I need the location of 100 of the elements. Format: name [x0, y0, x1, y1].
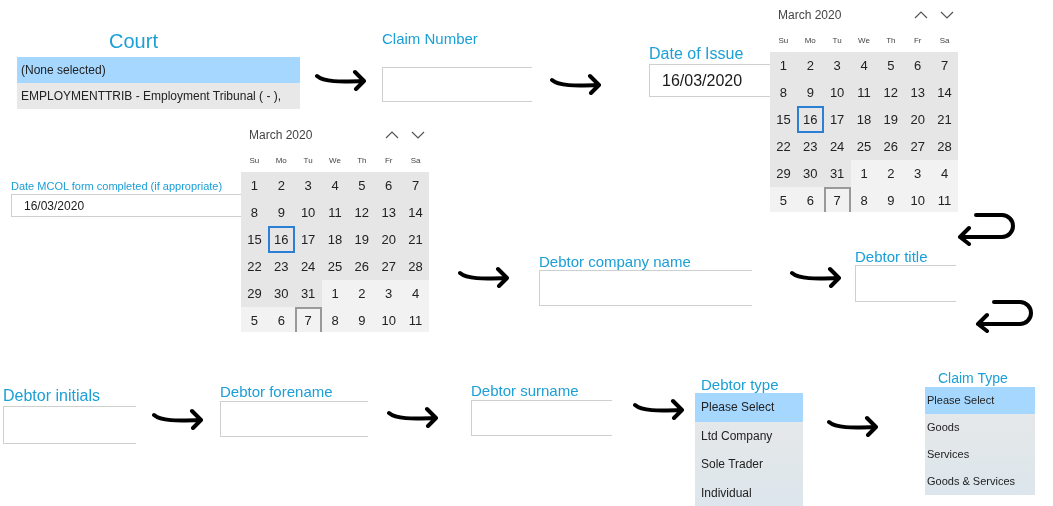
- calendar-day[interactable]: 6: [796, 187, 824, 212]
- calendar-day[interactable]: 12: [348, 199, 376, 226]
- calendar-day[interactable]: 27: [375, 253, 403, 280]
- calendar-day[interactable]: 22: [770, 133, 797, 160]
- calendar-day[interactable]: 6: [267, 307, 295, 332]
- input-field[interactable]: [382, 67, 532, 102]
- input-field[interactable]: [220, 401, 368, 437]
- calendar-day[interactable]: 3: [375, 280, 403, 307]
- calendar-day[interactable]: 18: [850, 106, 878, 133]
- calendar-day[interactable]: 7: [402, 172, 429, 199]
- chevron-up-icon[interactable]: [914, 11, 928, 19]
- input-field[interactable]: 16/03/2020: [649, 64, 771, 97]
- calendar-day[interactable]: 9: [877, 187, 905, 212]
- calendar-day[interactable]: 31: [823, 160, 851, 187]
- calendar-day[interactable]: 26: [877, 133, 905, 160]
- calendar-day[interactable]: 4: [321, 172, 349, 199]
- calendar-day[interactable]: 19: [348, 226, 376, 253]
- list-item[interactable]: (None selected): [17, 57, 300, 83]
- calendar-day[interactable]: 3: [823, 52, 851, 79]
- calendar-day[interactable]: 5: [877, 52, 905, 79]
- calendar-day[interactable]: 15: [241, 226, 268, 253]
- calendar-day[interactable]: 2: [348, 280, 376, 307]
- calendar-day[interactable]: 9: [348, 307, 376, 332]
- calendar-day[interactable]: 25: [850, 133, 878, 160]
- list-item[interactable]: Goods & Services: [925, 468, 1035, 495]
- list-item[interactable]: EMPLOYMENTTRIB - Employment Tribunal ( - ),: [17, 83, 300, 109]
- calendar-day[interactable]: 1: [770, 52, 797, 79]
- calendar-day[interactable]: 1: [241, 172, 268, 199]
- list-item[interactable]: Individual: [695, 478, 803, 506]
- calendar-day[interactable]: 21: [402, 226, 429, 253]
- calendar-day[interactable]: 12: [877, 79, 905, 106]
- calendar-day[interactable]: 23: [267, 253, 295, 280]
- calendar-day[interactable]: 9: [796, 79, 824, 106]
- calendar-day[interactable]: 10: [294, 199, 322, 226]
- calendar-day[interactable]: 25: [321, 253, 349, 280]
- calendar-day[interactable]: 17: [823, 106, 851, 133]
- calendar-day[interactable]: 7: [931, 52, 958, 79]
- calendar-day[interactable]: 2: [267, 172, 295, 199]
- calendar-day[interactable]: 11: [402, 307, 429, 332]
- calendar-day[interactable]: 26: [348, 253, 376, 280]
- calendar-day[interactable]: 2: [877, 160, 905, 187]
- calendar-day[interactable]: 27: [904, 133, 932, 160]
- calendar-day[interactable]: 17: [294, 226, 322, 253]
- calendar-day[interactable]: 13: [375, 199, 403, 226]
- list-item[interactable]: Sole Trader: [695, 450, 803, 479]
- calendar-day[interactable]: 8: [241, 199, 268, 226]
- calendar-day[interactable]: 16: [796, 106, 824, 133]
- calendar-day[interactable]: 7: [294, 307, 322, 332]
- calendar-day[interactable]: 11: [850, 79, 878, 106]
- list-item[interactable]: Services: [925, 441, 1035, 468]
- calendar-day[interactable]: 30: [796, 160, 824, 187]
- calendar-day[interactable]: 21: [931, 106, 958, 133]
- calendar-day[interactable]: 8: [321, 307, 349, 332]
- input-field[interactable]: 16/03/2020: [11, 194, 242, 217]
- calendar-day[interactable]: 11: [931, 187, 958, 212]
- chevron-down-icon[interactable]: [411, 131, 425, 139]
- calendar-day[interactable]: 6: [375, 172, 403, 199]
- calendar-day[interactable]: 18: [321, 226, 349, 253]
- calendar-day[interactable]: 13: [904, 79, 932, 106]
- calendar-day[interactable]: 2: [796, 52, 824, 79]
- calendar-day[interactable]: 29: [241, 280, 268, 307]
- calendar-day[interactable]: 14: [402, 199, 429, 226]
- calendar-day[interactable]: 22: [241, 253, 268, 280]
- chevron-down-icon[interactable]: [940, 11, 954, 19]
- calendar-day[interactable]: 4: [931, 160, 958, 187]
- input-field[interactable]: [3, 406, 136, 444]
- calendar-day[interactable]: 29: [770, 160, 797, 187]
- calendar-day[interactable]: 4: [402, 280, 429, 307]
- list-item[interactable]: Ltd Company: [695, 421, 803, 450]
- calendar-day[interactable]: 28: [931, 133, 958, 160]
- calendar-day[interactable]: 23: [796, 133, 824, 160]
- input-field[interactable]: [855, 265, 956, 302]
- calendar-day[interactable]: 9: [267, 199, 295, 226]
- calendar-day[interactable]: 7: [823, 187, 851, 212]
- calendar-day[interactable]: 5: [770, 187, 797, 212]
- calendar-day[interactable]: 4: [850, 52, 878, 79]
- calendar-day[interactable]: 14: [931, 79, 958, 106]
- calendar-day[interactable]: 10: [375, 307, 403, 332]
- calendar-day[interactable]: 3: [294, 172, 322, 199]
- calendar-day[interactable]: 1: [850, 160, 878, 187]
- calendar-day[interactable]: 28: [402, 253, 429, 280]
- input-field[interactable]: [539, 270, 752, 306]
- calendar-day[interactable]: 19: [877, 106, 905, 133]
- calendar-day[interactable]: 5: [348, 172, 376, 199]
- calendar-day[interactable]: 8: [770, 79, 797, 106]
- calendar-day[interactable]: 3: [904, 160, 932, 187]
- calendar-day[interactable]: 1: [321, 280, 349, 307]
- calendar-day[interactable]: 24: [823, 133, 851, 160]
- calendar-day[interactable]: 6: [904, 52, 932, 79]
- calendar-day[interactable]: 30: [267, 280, 295, 307]
- calendar-day[interactable]: 8: [850, 187, 878, 212]
- calendar-day[interactable]: 16: [267, 226, 295, 253]
- calendar-day[interactable]: 10: [823, 79, 851, 106]
- calendar-day[interactable]: 20: [904, 106, 932, 133]
- chevron-up-icon[interactable]: [385, 131, 399, 139]
- list-item[interactable]: Goods: [925, 414, 1035, 441]
- calendar-day[interactable]: 24: [294, 253, 322, 280]
- list-item[interactable]: Please Select: [925, 387, 1035, 414]
- calendar-day[interactable]: 20: [375, 226, 403, 253]
- calendar-day[interactable]: 11: [321, 199, 349, 226]
